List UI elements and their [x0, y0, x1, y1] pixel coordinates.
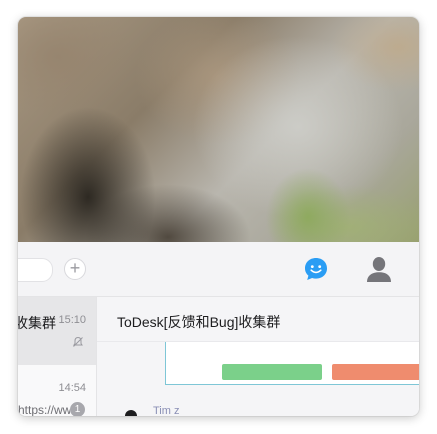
chat-bubble-smile-icon[interactable]	[303, 256, 329, 282]
conversation-name: ToDesk[反馈和Bug]收集群	[18, 315, 56, 331]
chat-title: ToDesk[反馈和Bug]收集群	[117, 314, 281, 330]
unread-badge: 1	[70, 402, 85, 416]
avatar[interactable]	[125, 410, 137, 416]
conversation-preview: https://ww...	[18, 403, 70, 416]
toolbar: +	[18, 242, 419, 297]
app-window: + ToDesk[反馈和Bug]收集群 15:10	[18, 17, 419, 416]
image-green-button	[222, 364, 322, 380]
conversation-time: 15:10	[58, 314, 86, 326]
person-icon[interactable]	[366, 255, 392, 283]
conversation-time: 14:54	[58, 382, 86, 394]
profile-background-photo	[18, 17, 419, 242]
image-orange-button	[332, 364, 419, 380]
list-item[interactable]: 14:54 https://ww... 1	[18, 365, 96, 416]
conversation-list: ToDesk[反馈和Bug]收集群 15:10 14:54 https://ww…	[18, 297, 97, 416]
sender-name: Tim z	[153, 405, 180, 416]
chat-panel: ToDesk[反馈和Bug]收集群 Tim z	[97, 297, 419, 416]
add-button[interactable]: +	[64, 258, 86, 280]
search-input[interactable]	[18, 258, 53, 282]
shared-image-message[interactable]	[165, 342, 419, 385]
list-item[interactable]: ToDesk[反馈和Bug]收集群 15:10	[18, 297, 96, 365]
mute-bell-icon	[72, 335, 84, 347]
